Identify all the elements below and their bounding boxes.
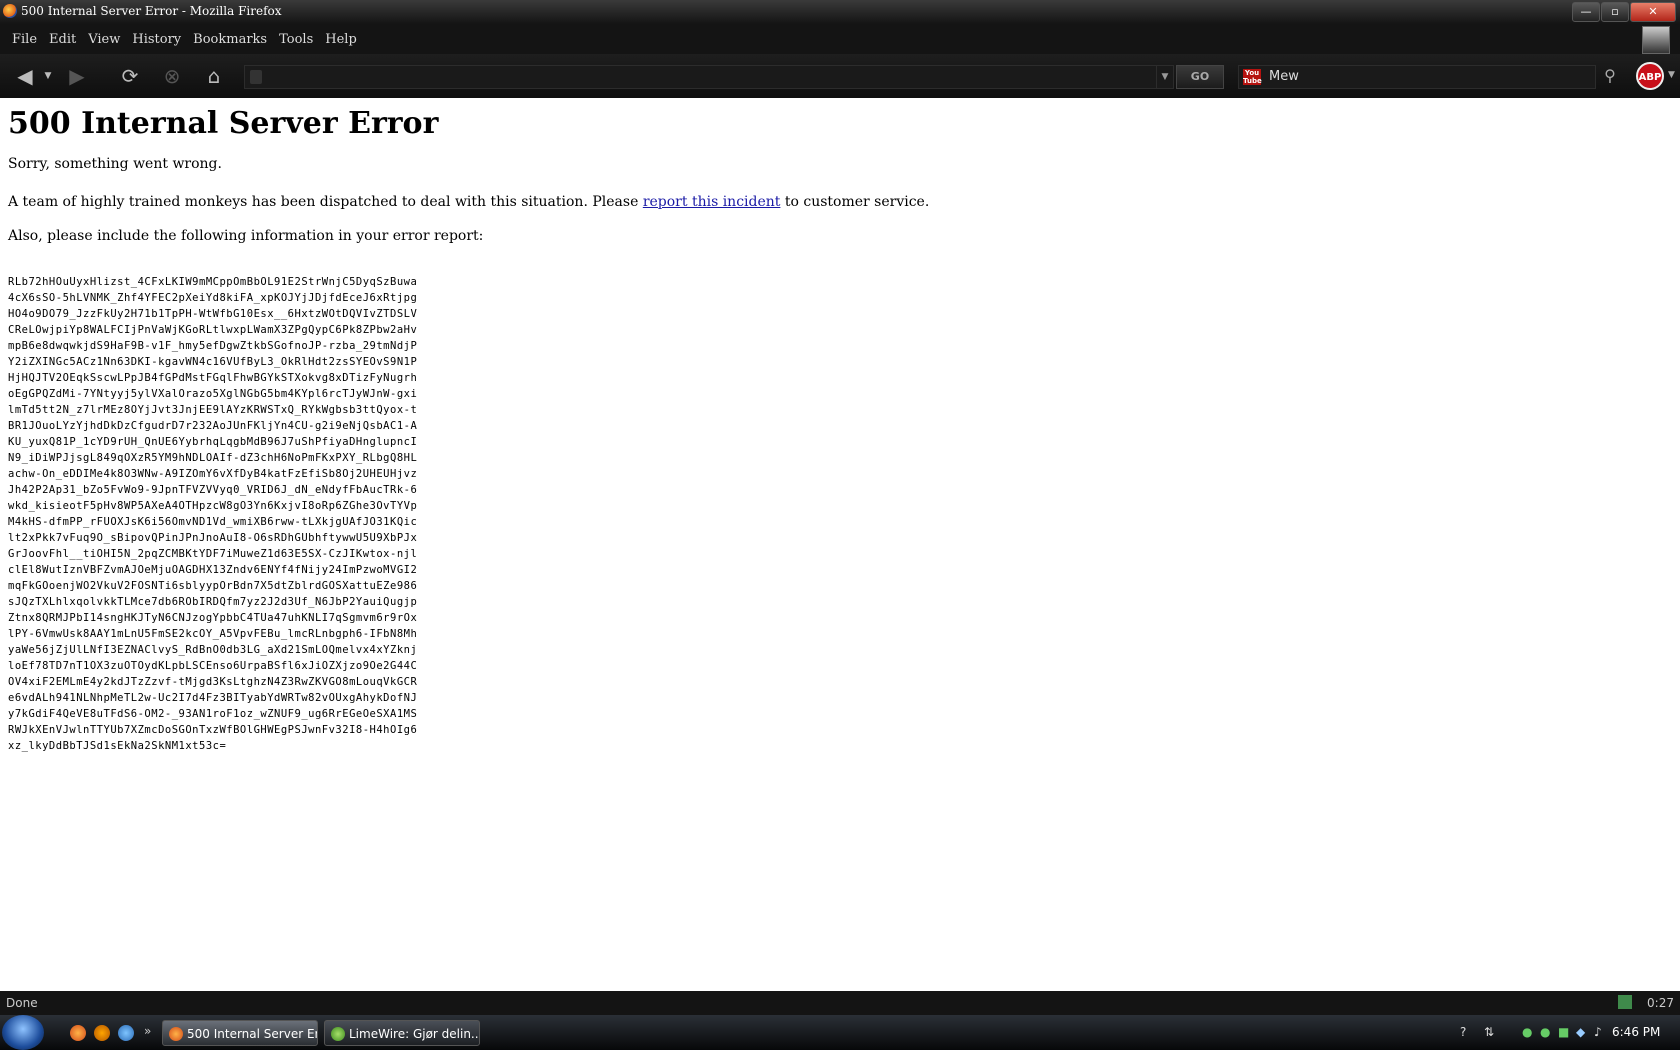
menu-history[interactable]: History <box>132 32 181 47</box>
maximize-button[interactable]: ▫ <box>1601 2 1629 22</box>
error-report-line: BR1JOuoLYzYjhdDkDzCfgudrD7r232AoJUnFKljY… <box>8 420 418 432</box>
firefox-icon <box>3 4 17 18</box>
page-favicon-icon <box>250 70 262 84</box>
network-icon <box>1618 995 1632 1009</box>
menu-file[interactable]: File <box>12 32 37 47</box>
menu-bookmarks[interactable]: Bookmarks <box>193 32 267 47</box>
error-report-line: RWJkXEnVJwlnTTYUb7XZmcDoSGOnTxzWfBOlGHWE… <box>8 724 418 736</box>
messenger-quicklaunch-icon[interactable] <box>118 1025 134 1041</box>
adblock-dropdown-icon[interactable]: ▼ <box>1668 70 1675 80</box>
search-box[interactable]: You Tube Mew <box>1238 65 1596 89</box>
error-report-line: lmTd5tt2N_z7lrMEz8OYjJvt3JnjEE9lAYzKRWST… <box>8 404 418 416</box>
sync-tray-icon[interactable]: ◆ <box>1576 1025 1585 1039</box>
title-bar: 500 Internal Server Error - Mozilla Fire… <box>0 0 1680 24</box>
error-report-line: achw-On_eDDIMe4k8O3WNw-A9IZOmY6vXfDyB4ka… <box>8 468 418 480</box>
error-report-code: RLb72hHOuUyxHlizst_4CFxLKIW9mMCppOmBbOL9… <box>8 274 417 754</box>
error-report-line: oEgGPQZdMi-7YNtyyj5ylVXalOrazo5XglNGbG5b… <box>8 388 418 400</box>
adblock-plus-icon[interactable]: ABP <box>1636 62 1664 90</box>
taskbar-item-limewire[interactable]: LimeWire: Gjør delin... <box>324 1020 480 1046</box>
home-icon[interactable]: ⌂ <box>200 62 228 90</box>
error-report-line: y7kGdiF4QeVE8uTFdS6-OM2-_93AN1roF1oz_wZN… <box>8 708 418 720</box>
error-report-line: lPY-6VmwUsk8AAY1mLnU5FmSE2kcOY_A5VpvFEBu… <box>8 628 418 640</box>
menu-help[interactable]: Help <box>325 32 357 47</box>
stop-icon[interactable]: ⊗ <box>158 62 186 90</box>
persona-avatar[interactable] <box>1642 26 1670 54</box>
menu-view[interactable]: View <box>88 32 120 47</box>
error-report-line: HO4o9DO79_JzzFkUy2H71b1TpPH-WtWfbG10Esx_… <box>8 308 418 320</box>
taskbar-item-label: LimeWire: Gjør delin... <box>349 1027 480 1041</box>
firefox-quicklaunch-icon[interactable] <box>70 1025 86 1041</box>
start-button[interactable] <box>2 1015 44 1050</box>
error-report-line: xz_lkyDdBbTJSd1sEkNa2SkNM1xt53c= <box>8 740 227 752</box>
search-input[interactable]: Mew <box>1269 69 1299 84</box>
taskbar-item-firefox[interactable]: 500 Internal Server Er... <box>162 1020 318 1046</box>
reload-icon[interactable]: ⟳ <box>116 62 144 90</box>
error-report-line: sJQzTXLhlxqolvkkTLMce7db6RObIRDQfm7yz2J2… <box>8 596 418 608</box>
taskbar-item-label: 500 Internal Server Er... <box>187 1027 318 1041</box>
error-report-line: lt2xPkk7vFuq9O_sBipovQPinJPnJnoAuI8-O6sR… <box>8 532 418 544</box>
error-report-line: GrJoovFhl__tiOHI5N_2pqZCMBKtYDF7iMuweZ1d… <box>8 548 418 560</box>
error-report-line: Y2iZXINGc5ACz1Nn63DKI-kgavWN4c16VUfByL3_… <box>8 356 418 368</box>
error-report-line: Ztnx8QRMJPbI14sngHKJTyN6CNJzogYpbbC4TUa4… <box>8 612 418 624</box>
limewire-icon <box>331 1027 345 1041</box>
error-report-line: KU_yuxQ81P_1cYD9rUH_QnUE6YybrhqLqgbMdB96… <box>8 436 418 448</box>
url-dropdown-icon[interactable]: ▼ <box>1156 66 1173 88</box>
back-dropdown-icon[interactable]: ▼ <box>42 62 54 90</box>
status-bar: Done 0:27 <box>0 991 1680 1015</box>
firefox-icon <box>169 1027 183 1041</box>
page-content: 500 Internal Server Error Sorry, somethi… <box>0 98 1680 991</box>
error-report-line: yaWe56jZjUlLNfI3EZNAClvyS_RdBnO0db3LG_aX… <box>8 644 418 656</box>
back-arrow-icon[interactable]: ◀ <box>10 62 40 90</box>
status-text: Done <box>6 996 38 1010</box>
forward-arrow-icon[interactable]: ▶ <box>62 62 92 90</box>
quicklaunch-expand-icon[interactable]: » <box>144 1024 151 1038</box>
status-time: 0:27 <box>1647 996 1674 1010</box>
search-icon[interactable]: ⚲ <box>1600 66 1620 86</box>
messenger-tray-icon[interactable]: ● <box>1540 1025 1550 1039</box>
close-button[interactable]: ✕ <box>1630 2 1676 22</box>
menu-edit[interactable]: Edit <box>49 32 76 47</box>
help-tray-icon[interactable]: ? <box>1460 1025 1466 1039</box>
team-text-before: A team of highly trained monkeys has bee… <box>8 194 643 210</box>
error-report-line: HjHQJTV2OEqkSscwLPpJB4fGPdMstFGqlFhwBGYk… <box>8 372 418 384</box>
menu-tools[interactable]: Tools <box>279 32 313 47</box>
youtube-icon[interactable]: You Tube <box>1243 69 1262 85</box>
clock: 6:46 PM <box>1612 1025 1661 1039</box>
also-text: Also, please include the following infor… <box>8 228 484 244</box>
app-tray-icon[interactable]: ■ <box>1558 1025 1569 1039</box>
error-report-line: e6vdALh941NLNhpMeTL2w-Uc2I7d4Fz3BITyabYd… <box>8 692 418 704</box>
notification-tray-icon[interactable]: ⇅ <box>1484 1025 1494 1039</box>
volume-tray-icon[interactable]: ♪ <box>1594 1025 1602 1039</box>
team-text: A team of highly trained monkeys has bee… <box>8 194 929 210</box>
error-report-line: CReLOwjpiYp8WALFCIjPnVaWjKGoRLtlwxpLWamX… <box>8 324 418 336</box>
error-report-line: M4kHS-dfmPP_rFUOXJsK6i56OmvND1Vd_wmiXB6r… <box>8 516 418 528</box>
window-controls: — ▫ ✕ <box>1571 2 1676 22</box>
url-bar[interactable]: ▼ <box>244 65 1174 89</box>
error-report-line: mpB6e8dwqwkjdS9HaF9B-v1F_hmy5efDgwZtkbSG… <box>8 340 418 352</box>
minimize-button[interactable]: — <box>1572 2 1600 22</box>
error-report-line: RLb72hHOuUyxHlizst_4CFxLKIW9mMCppOmBbOL9… <box>8 276 418 288</box>
info-quicklaunch-icon[interactable] <box>94 1025 110 1041</box>
team-text-after: to customer service. <box>780 194 930 210</box>
error-report-line: N9_iDiWPJjsgL849qOXzR5YM9hNDLOAIf-dZ3chH… <box>8 452 418 464</box>
network-tray-icon[interactable]: ● <box>1522 1025 1532 1039</box>
error-report-line: loEf78TD7nT1OX3zuOTOydKLpbLSCEnso6UrpaBS… <box>8 660 418 672</box>
go-button[interactable]: GO <box>1176 65 1224 89</box>
window-title: 500 Internal Server Error - Mozilla Fire… <box>21 4 282 18</box>
sorry-text: Sorry, something went wrong. <box>8 156 222 172</box>
error-report-line: OV4xiF2EMLmE4y2kdJTzZzvf-tMjgd3KsLtghzN4… <box>8 676 418 688</box>
error-report-line: clEl8WutIznVBFZvmAJOeMjuOAGDHX13Zndv6ENY… <box>8 564 418 576</box>
report-incident-link[interactable]: report this incident <box>643 194 781 210</box>
taskbar: » 500 Internal Server Er... LimeWire: Gj… <box>0 1015 1680 1050</box>
error-report-line: mqFkGOoenjWO2VkuV2FOSNTi6sblyypOrBdn7X5d… <box>8 580 418 592</box>
menu-bar: File Edit View History Bookmarks Tools H… <box>0 24 1680 54</box>
error-report-line: Jh42P2Ap31_bZo5FvWo9-9JpnTFVZVVyq0_VRID6… <box>8 484 418 496</box>
error-heading: 500 Internal Server Error <box>8 106 439 141</box>
error-report-line: 4cX6sSO-5hLVNMK_Zhf4YFEC2pXeiYd8kiFA_xpK… <box>8 292 418 304</box>
error-report-line: wkd_kisieotF5pHv8WP5AXeA4OTHpzcW8gO3Yn6K… <box>8 500 418 512</box>
